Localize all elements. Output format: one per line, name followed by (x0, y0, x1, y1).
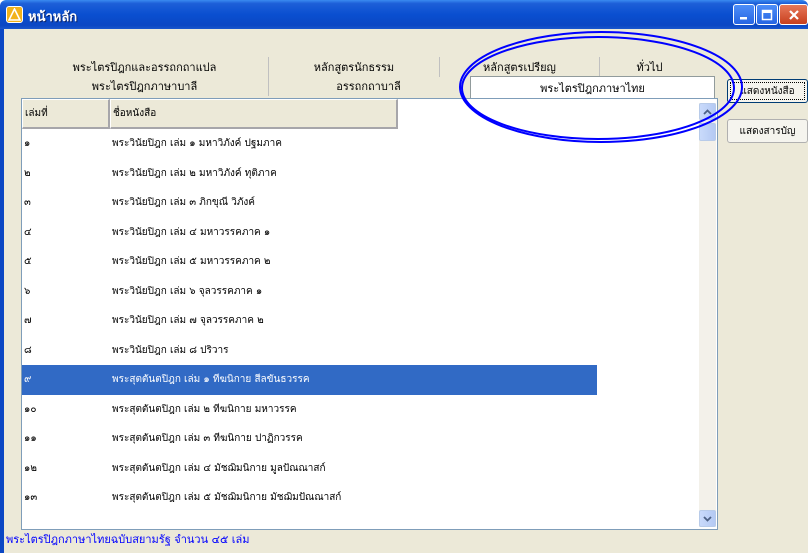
book-name: พระสุตตันตปิฎก เล่ม ๓ ทีฆนิกาย ปาฏิกวรรค (112, 433, 303, 445)
status-bar: พระไตรปิฎกภาษาไทยฉบับสยามรัฐ จำนวน ๔๕ เล… (6, 533, 250, 546)
tab-tripitaka-commentary-translation[interactable]: พระไตรปิฎกและอรรถกถาแปล (21, 57, 268, 77)
scroll-up-button[interactable] (699, 103, 716, 120)
maximize-button[interactable] (756, 4, 778, 25)
maximize-icon (761, 9, 773, 20)
list-item[interactable]: ๑๒ พระสุตตันตปิฎก เล่ม ๔ มัชฌิมนิกาย มูลป… (22, 454, 597, 484)
minimize-icon (740, 16, 747, 19)
tab-label: อรรถกถาบาลี (336, 80, 401, 93)
book-name: พระวินัยปิฎก เล่ม ๖ จุลวรรคภาค ๑ (112, 285, 263, 297)
scroll-thumb[interactable] (699, 123, 716, 141)
column-header-volume[interactable]: เล่มที่ (22, 99, 110, 129)
book-name: พระสุตตันตปิฎก เล่ม ๔ มัชฌิมนิกาย มูลปัณ… (112, 462, 326, 474)
volume-number: ๔ (24, 226, 32, 238)
tab-pali-tripitaka[interactable]: พระไตรปิฎกภาษาบาลี (21, 76, 268, 96)
volume-number: ๑ (24, 138, 31, 150)
list-header: เล่มที่ ชื่อหนังสือ (22, 99, 398, 129)
list-item[interactable]: ๖ พระวินัยปิฎก เล่ม ๖ จุลวรรคภาค ๑ (22, 277, 597, 307)
vertical-scrollbar[interactable] (699, 103, 716, 527)
tab-label: พระไตรปิฎกภาษาไทย (540, 81, 645, 95)
scroll-down-button[interactable] (699, 510, 716, 527)
volume-number: ๘ (24, 344, 32, 356)
book-name: พระสุตตันตปิฎก เล่ม ๑ ทีฆนิกาย สีลขันธวร… (112, 374, 310, 386)
close-button[interactable] (779, 4, 808, 25)
book-name: พระสุตตันตปิฎก เล่ม ๒ ทีฆนิกาย มหาวรรค (112, 403, 297, 415)
list-item[interactable]: ๔ พระวินัยปิฎก เล่ม ๔ มหาวรรคภาค ๑ (22, 218, 597, 248)
header-label: เล่มที่ (25, 108, 48, 119)
volume-number: ๒ (24, 167, 31, 179)
volume-number: ๕ (24, 256, 32, 268)
volume-number: ๑๒ (24, 462, 37, 474)
tab-label: หลักสูตรนักธรรม (313, 61, 395, 74)
list-item-selected[interactable]: ๙ พระสุตตันตปิฎก เล่ม ๑ ทีฆนิกาย สีลขันธว… (22, 365, 597, 395)
list-item[interactable]: ๑๓ พระสุตตันตปิฎก เล่ม ๕ มัชฌิมนิกาย มัชฌ… (22, 483, 597, 513)
close-icon (788, 9, 799, 20)
window-title: หน้าหลัก (28, 10, 78, 25)
list-item[interactable]: ๓ พระวินัยปิฎก เล่ม ๓ ภิกขุณี วิภังค์ (22, 188, 597, 218)
tab-label: ทั่วไป (636, 61, 663, 74)
minimize-button[interactable] (733, 4, 755, 25)
book-name: พระวินัยปิฎก เล่ม ๘ ปริวาร (112, 344, 229, 356)
tab-thai-tripitaka[interactable]: พระไตรปิฎกภาษาไทย (470, 76, 715, 98)
book-name: พระวินัยปิฎก เล่ม ๓ ภิกขุณี วิภังค์ (112, 197, 255, 209)
tab-row-top: พระไตรปิฎกและอรรถกถาแปล หลักสูตรนักธรรม … (21, 57, 721, 77)
title-bar[interactable]: หน้าหลัก (0, 0, 808, 29)
list-item[interactable]: ๒ พระวินัยปิฎก เล่ม ๒ มหาวิภังค์ ทุติภาค (22, 159, 597, 189)
volume-number: ๙ (24, 374, 32, 386)
volume-number: ๑๐ (24, 403, 37, 415)
main-panel: พระไตรปิฎกและอรรถกถาแปล หลักสูตรนักธรรม … (4, 29, 808, 553)
book-name: พระวินัยปิฎก เล่ม ๑ มหาวิภังค์ ปฐมภาค (112, 138, 282, 150)
list-item[interactable]: ๑ พระวินัยปิฎก เล่ม ๑ มหาวิภังค์ ปฐมภาค (22, 129, 597, 159)
list-item[interactable]: ๑๐ พระสุตตันตปิฎก เล่ม ๒ ทีฆนิกาย มหาวรรค (22, 395, 597, 425)
volume-number: ๑๓ (24, 492, 38, 504)
book-list[interactable]: เล่มที่ ชื่อหนังสือ ๑ พระวินัยปิฎก เล่ม ๑… (21, 98, 718, 530)
tab-parian-curriculum[interactable]: หลักสูตรเปรียญ (439, 57, 599, 77)
book-name: พระสุตตันตปิฎก เล่ม ๕ มัชฌิมนิกาย มัชฌิม… (112, 492, 342, 504)
list-item[interactable]: ๕ พระวินัยปิฎก เล่ม ๕ มหาวรรคภาค ๒ (22, 247, 597, 277)
header-label: ชื่อหนังสือ (113, 108, 157, 119)
volume-number: ๓ (24, 197, 31, 209)
show-toc-button[interactable]: แสดงสารบัญ (727, 119, 808, 143)
volume-number: ๖ (24, 285, 31, 297)
list-item[interactable]: ๑๑ พระสุตตันตปิฎก เล่ม ๓ ทีฆนิกาย ปาฏิกวร… (22, 424, 597, 454)
app-warning-icon (6, 6, 23, 23)
list-item[interactable]: ๗ พระวินัยปิฎก เล่ม ๗ จุลวรรคภาค ๒ (22, 306, 597, 336)
book-name: พระวินัยปิฎก เล่ม ๗ จุลวรรคภาค ๒ (112, 315, 264, 327)
tab-row-bottom: พระไตรปิฎกภาษาบาลี อรรถกถาบาลี พระไตรปิฎ… (21, 76, 721, 98)
book-name: พระวินัยปิฎก เล่ม ๒ มหาวิภังค์ ทุติภาค (112, 167, 277, 179)
tab-label: พระไตรปิฎกภาษาบาลี (91, 80, 198, 93)
volume-number: ๑๑ (24, 433, 37, 445)
tab-label: หลักสูตรเปรียญ (483, 61, 556, 74)
show-book-button[interactable]: แสดงหนังสือ (727, 79, 808, 103)
volume-number: ๗ (24, 315, 32, 327)
column-header-book-name[interactable]: ชื่อหนังสือ (110, 99, 398, 129)
chevron-up-icon (703, 108, 712, 115)
tab-label: พระไตรปิฎกและอรรถกถาแปล (72, 61, 217, 74)
chevron-down-icon (703, 515, 712, 522)
list-item[interactable]: ๘ พระวินัยปิฎก เล่ม ๘ ปริวาร (22, 336, 597, 366)
list-rows: ๑ พระวินัยปิฎก เล่ม ๑ มหาวิภังค์ ปฐมภาค ๒… (22, 129, 597, 513)
tab-pali-commentary[interactable]: อรรถกถาบาลี (268, 76, 468, 96)
tab-nak-tham-curriculum[interactable]: หลักสูตรนักธรรม (268, 57, 439, 77)
tab-general[interactable]: ทั่วไป (599, 57, 699, 77)
book-name: พระวินัยปิฎก เล่ม ๔ มหาวรรคภาค ๑ (112, 226, 271, 238)
book-name: พระวินัยปิฎก เล่ม ๕ มหาวรรคภาค ๒ (112, 256, 271, 268)
